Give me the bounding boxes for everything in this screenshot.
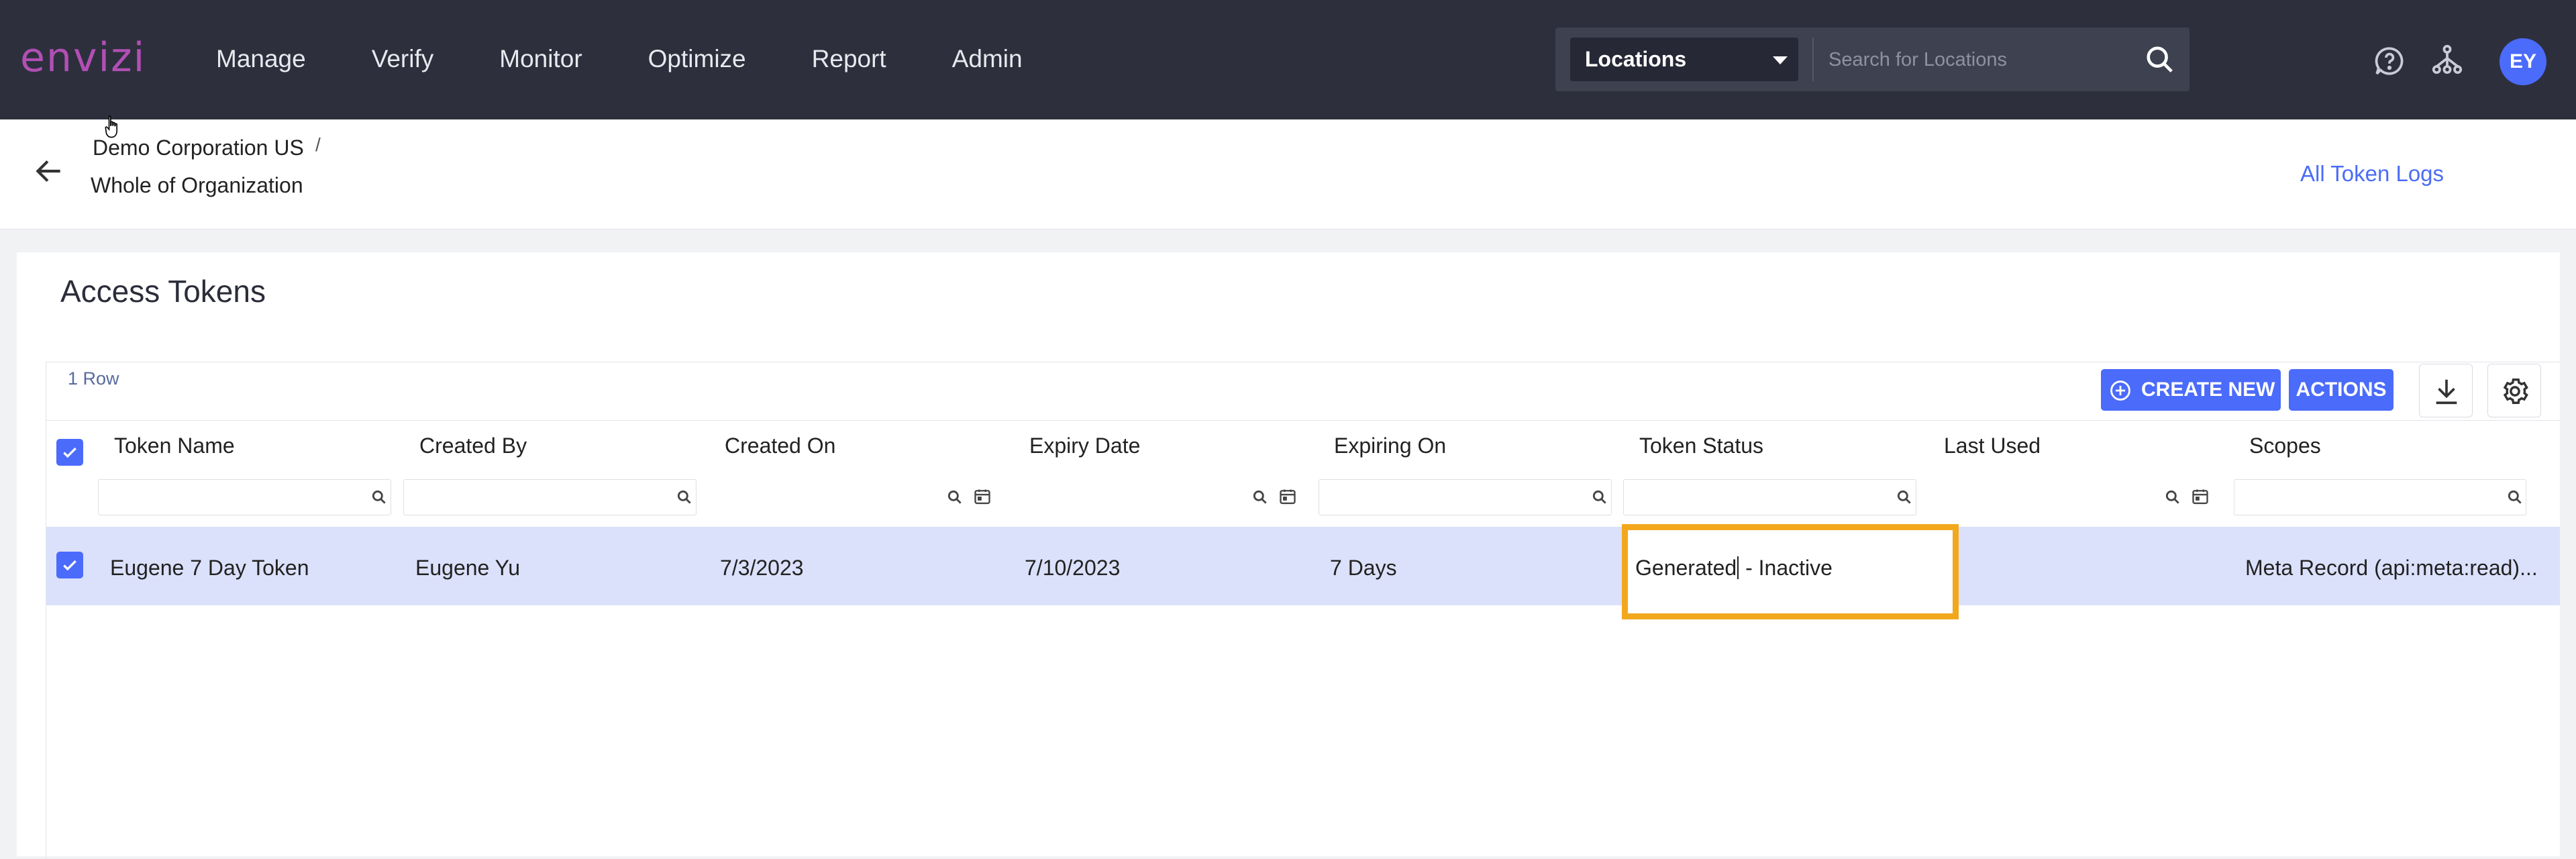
search-icon <box>2508 490 2522 504</box>
search-icon <box>2165 490 2179 504</box>
gear-icon <box>2503 378 2528 404</box>
breadcrumb-org[interactable]: Demo Corporation US <box>93 136 304 160</box>
location-search-bar: Locations <box>1555 28 2189 91</box>
cell-token-name: Eugene 7 Day Token <box>110 556 309 580</box>
nav-report[interactable]: Report <box>812 40 886 78</box>
search-icon <box>1253 490 1267 504</box>
hierarchy-icon[interactable] <box>2430 43 2464 77</box>
caret-down-icon <box>1773 56 1788 64</box>
nav-monitor[interactable]: Monitor <box>499 40 582 78</box>
access-tokens-card: Access Tokens 1 Row CREATE NEW ACTIONS T… <box>17 252 2561 859</box>
search-icon <box>947 490 962 504</box>
cell-scopes: Meta Record (api:meta:read)... <box>2245 556 2538 580</box>
column-header-token-status[interactable]: Token Status <box>1639 434 1763 458</box>
main-nav: Manage Verify Monitor Optimize Report Ad… <box>216 40 1088 78</box>
top-navigation-bar: envizi Manage Verify Monitor Optimize Re… <box>0 0 2576 119</box>
settings-button[interactable] <box>2487 364 2541 417</box>
divider <box>1812 38 1814 81</box>
envizi-logo[interactable]: envizi <box>20 31 146 85</box>
cell-created-on: 7/3/2023 <box>720 556 804 580</box>
text-cursor <box>1737 556 1739 579</box>
filter-input-expiring-on[interactable] <box>1319 479 1612 515</box>
filter-input-token-name[interactable] <box>98 479 391 515</box>
nav-admin[interactable]: Admin <box>952 40 1023 78</box>
select-all-checkbox[interactable] <box>56 439 83 466</box>
token-status-text: Generated <box>1635 556 1737 580</box>
actions-button[interactable]: ACTIONS <box>2289 369 2393 411</box>
check-icon <box>63 447 76 458</box>
download-button[interactable] <box>2419 364 2473 417</box>
search-icon <box>1897 490 1911 504</box>
nav-manage[interactable]: Manage <box>216 40 306 78</box>
cell-expiring-on: 7 Days <box>1330 556 1397 580</box>
cell-created-by: Eugene Yu <box>415 556 521 580</box>
page-title: Access Tokens <box>60 274 266 309</box>
cell-token-status[interactable]: Generated - Inactive <box>1635 556 1833 580</box>
search-icon <box>1592 490 1606 504</box>
calendar-icon[interactable] <box>2191 487 2210 506</box>
create-new-label: CREATE NEW <box>2141 378 2275 401</box>
breadcrumb-scope[interactable]: Whole of Organization <box>91 173 303 198</box>
column-header-created-on[interactable]: Created On <box>725 434 835 458</box>
row-checkbox[interactable] <box>56 552 83 578</box>
filter-input-created-by[interactable] <box>403 479 697 515</box>
plus-circle-icon <box>2110 381 2130 401</box>
all-token-logs-link[interactable]: All Token Logs <box>2300 161 2444 187</box>
column-header-last-used[interactable]: Last Used <box>1944 434 2041 458</box>
column-header-scopes[interactable]: Scopes <box>2249 434 2321 458</box>
search-icon <box>372 490 386 504</box>
breadcrumb-separator: / <box>315 134 321 155</box>
column-header-created-by[interactable]: Created By <box>419 434 527 458</box>
nav-optimize[interactable]: Optimize <box>648 40 746 78</box>
column-header-expiry-date[interactable]: Expiry Date <box>1029 434 1140 458</box>
location-type-label: Locations <box>1585 47 1687 71</box>
hand-cursor-icon <box>105 115 117 138</box>
help-icon[interactable] <box>2373 44 2406 78</box>
nav-verify[interactable]: Verify <box>372 40 434 78</box>
cell-expiry-date: 7/10/2023 <box>1025 556 1121 580</box>
user-avatar[interactable]: EY <box>2500 38 2546 85</box>
search-icon[interactable] <box>2145 44 2175 75</box>
search-icon <box>677 490 691 504</box>
filter-input-scopes[interactable] <box>2234 479 2526 515</box>
calendar-icon[interactable] <box>973 487 992 506</box>
check-icon <box>63 560 76 571</box>
token-status-text-suffix: - Inactive <box>1739 556 1833 580</box>
location-search-input[interactable] <box>1827 38 2139 83</box>
row-count: 1 Row <box>68 368 119 389</box>
calendar-icon[interactable] <box>1278 487 1297 506</box>
breadcrumb-bar: Demo Corporation US / Whole of Organizat… <box>0 119 2576 230</box>
filter-input-token-status[interactable] <box>1623 479 1916 515</box>
create-new-button[interactable]: CREATE NEW <box>2101 369 2281 411</box>
column-header-token-name[interactable]: Token Name <box>114 434 235 458</box>
toolbar-divider <box>46 420 2560 421</box>
column-header-expiring-on[interactable]: Expiring On <box>1334 434 1446 458</box>
location-type-select[interactable]: Locations <box>1570 38 1798 81</box>
download-icon <box>2436 379 2457 405</box>
back-arrow-icon[interactable] <box>32 154 66 188</box>
